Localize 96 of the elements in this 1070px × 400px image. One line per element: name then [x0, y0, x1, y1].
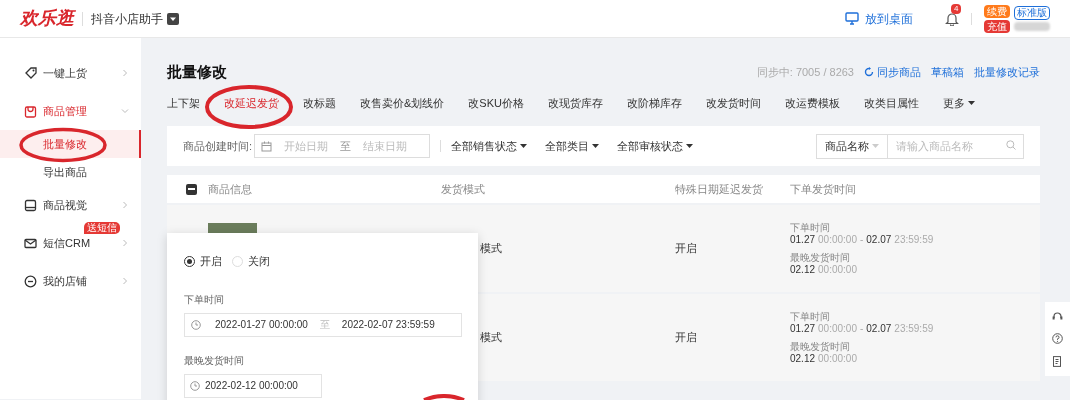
range-separator: 至: [340, 138, 352, 154]
date-text: 01.27: [790, 322, 816, 335]
time-text: 23:59:59: [894, 233, 934, 246]
filter-dropdown[interactable]: 全部类目: [545, 137, 600, 155]
clock-icon: [191, 319, 201, 330]
radio-option[interactable]: 关闭: [232, 253, 270, 270]
caret-icon: [592, 143, 600, 149]
order-time-label: 下单时间: [790, 310, 831, 323]
select-all-checkbox[interactable]: [186, 183, 197, 195]
caret-icon: [872, 143, 879, 149]
column-header: 下单发货时间: [790, 181, 857, 197]
sidebar-item[interactable]: 我的店铺: [43, 272, 121, 290]
field-label: 下单时间: [184, 292, 225, 307]
tab[interactable]: 改类目属性: [863, 94, 919, 112]
circle-icon: [24, 274, 37, 288]
page-title: 批量修改: [167, 61, 228, 82]
date-text: 02.12: [790, 352, 816, 365]
date-text: 01.27: [790, 233, 816, 246]
caret-icon: [967, 100, 975, 106]
sidebar-item[interactable]: 商品管理: [43, 102, 121, 120]
tag-icon: [24, 66, 37, 80]
radio-option[interactable]: 开启: [184, 253, 222, 270]
tab[interactable]: 改现货库存: [547, 94, 603, 112]
sync-status: 同步中: 7005 / 8263: [756, 64, 854, 80]
help-icon: [1052, 333, 1063, 345]
column-header: 特殊日期延迟发货: [675, 181, 764, 197]
latest-time-value: 2022-02-12 00:00:00: [205, 379, 298, 393]
start-time-value: 2022-01-27 00:00:00: [215, 318, 308, 332]
column-header: 商品信息: [208, 181, 252, 197]
shopping-bag-icon: [24, 104, 37, 118]
calendar-icon: [261, 140, 273, 152]
time-text: 00:00:00: [818, 263, 857, 276]
sidebar-item[interactable]: 商品视觉: [43, 196, 121, 214]
range-separator: -: [859, 233, 864, 246]
filter-dropdown[interactable]: 全部审核状态: [617, 137, 694, 155]
app-name: 抖音小店助手: [91, 10, 163, 28]
tab[interactable]: 改售卖价&划线价: [360, 94, 445, 112]
filter-label: 商品创建时间:: [183, 138, 253, 154]
table-cell-text: 开启: [675, 241, 698, 257]
time-text: 00:00:00: [818, 352, 857, 365]
caret-icon: [520, 143, 528, 149]
bell-icon: [945, 11, 959, 26]
column-header: 发货模式: [441, 181, 486, 197]
order-time-label: 下单时间: [790, 221, 831, 234]
table-cell-text: 模式: [479, 330, 503, 346]
sidebar-item[interactable]: 一键上货: [43, 64, 121, 82]
sidebar-item[interactable]: 短信CRM: [43, 234, 121, 252]
order-time-range-field[interactable]: 2022-01-27 00:00:00 至 2022-02-07 23:59:59: [184, 312, 462, 337]
monitor-icon: [24, 198, 37, 212]
end-date-placeholder: 结束日期: [363, 138, 408, 154]
notification-badge: 4: [951, 4, 962, 14]
tab[interactable]: 改SKU价格: [468, 94, 524, 112]
search-icon: [1006, 140, 1016, 151]
header-link[interactable]: 批量修改记录: [974, 63, 1040, 81]
app-logo: 欢乐逛: [20, 7, 74, 30]
clock-icon: [190, 380, 200, 391]
more-menu[interactable]: 更多: [942, 94, 975, 112]
table-cell-text: 模式: [479, 241, 503, 257]
time-text: 23:59:59: [894, 322, 934, 335]
plan-badge: 标准版: [1014, 6, 1050, 20]
sidebar-subitem[interactable]: 导出商品: [0, 158, 141, 186]
search-type-select[interactable]: 商品名称: [816, 133, 888, 159]
header-link[interactable]: 同步商品: [877, 63, 921, 81]
monitor-icon: [845, 12, 859, 25]
time-text: 00:00:00: [818, 233, 857, 246]
range-separator: 至: [319, 318, 330, 332]
tab[interactable]: 改标题: [303, 94, 336, 112]
field-label: 最晚发货时间: [184, 353, 245, 368]
table-cell-text: 开启: [675, 330, 698, 346]
range-separator: -: [859, 322, 864, 335]
end-time-value: 2022-02-07 23:59:59: [341, 318, 435, 332]
date-text: 02.12: [790, 263, 816, 276]
header-link[interactable]: 草稿箱: [931, 63, 964, 81]
start-date-placeholder: 开始日期: [284, 138, 329, 154]
latest-time-field[interactable]: 2022-02-12 00:00:00: [184, 373, 322, 398]
recharge-badge[interactable]: 充值: [984, 19, 1010, 33]
date-text: 02.07: [866, 233, 892, 246]
user-name-placeholder: [1014, 22, 1050, 31]
search-field[interactable]: 请输入商品名称: [888, 133, 1024, 159]
tab[interactable]: 改运费模板: [784, 94, 840, 112]
sms-badge: 送短信: [84, 222, 120, 234]
latest-time-label: 最晚发货时间: [790, 251, 851, 264]
mail-icon: [24, 236, 37, 250]
desktop-link[interactable]: 放到桌面: [865, 9, 913, 28]
latest-time-label: 最晚发货时间: [790, 340, 851, 353]
date-text: 02.07: [866, 322, 892, 335]
document-icon: [1052, 356, 1063, 368]
dropdown-icon: [167, 12, 179, 25]
headset-icon: [1052, 310, 1063, 322]
sync-icon: [864, 67, 874, 77]
tab[interactable]: 改发货时间: [705, 94, 761, 112]
caret-icon: [686, 143, 694, 149]
time-text: 00:00:00: [818, 322, 857, 335]
filter-dropdown[interactable]: 全部销售状态: [451, 137, 528, 155]
tab[interactable]: 上下架: [167, 94, 200, 112]
tab[interactable]: 改阶梯库存: [626, 94, 682, 112]
